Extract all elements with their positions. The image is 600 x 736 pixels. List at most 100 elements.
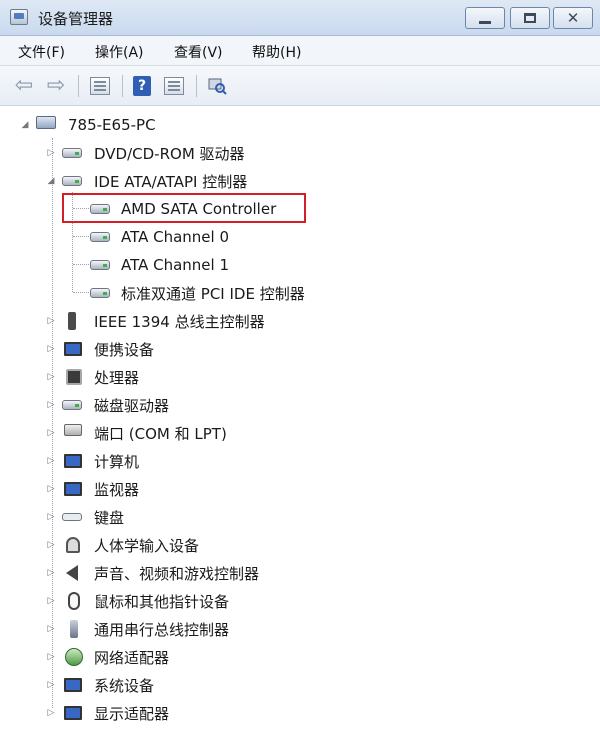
close-icon: ✕ — [566, 8, 580, 27]
drive-icon — [90, 288, 110, 298]
tree-child-pci-ide[interactable]: 标准双通道 PCI IDE 控制器 — [0, 280, 600, 306]
collapse-arrow-icon[interactable]: ◢ — [20, 120, 30, 130]
tree-item-label: 处理器 — [94, 368, 140, 387]
tree-item-label: IEEE 1394 总线主控制器 — [94, 312, 265, 331]
collapse-arrow-icon[interactable]: ◢ — [46, 176, 56, 186]
expand-arrow-icon[interactable]: ▷ — [46, 540, 56, 550]
forward-button[interactable]: ⇨ — [44, 74, 68, 98]
expand-arrow-icon[interactable]: ▷ — [46, 680, 56, 690]
menu-action[interactable]: 操作(A) — [95, 42, 144, 62]
properties-icon — [90, 77, 110, 95]
tree-child-ata-channel-0[interactable]: ATA Channel 0 — [0, 224, 600, 250]
properties-button[interactable] — [88, 74, 112, 98]
tree-item-computer[interactable]: ▷ 计算机 — [0, 448, 600, 474]
list-icon — [164, 77, 184, 95]
scan-hardware-icon — [208, 78, 227, 95]
toolbar-separator — [122, 75, 123, 97]
tree-item-label: IDE ATA/ATAPI 控制器 — [94, 172, 248, 191]
tree-item-network[interactable]: ▷ 网络适配器 — [0, 644, 600, 670]
tree-item-system[interactable]: ▷ 系统设备 — [0, 672, 600, 698]
expand-arrow-icon[interactable]: ▷ — [46, 568, 56, 578]
tree-item-monitor[interactable]: ▷ 监视器 — [0, 476, 600, 502]
tree-item-portable[interactable]: ▷ 便携设备 — [0, 336, 600, 362]
drive-icon — [90, 260, 110, 270]
tree-item-label: 标准双通道 PCI IDE 控制器 — [121, 284, 305, 303]
expand-arrow-icon[interactable]: ▷ — [46, 344, 56, 354]
back-button[interactable]: ⇦ — [12, 74, 36, 98]
tree-item-label: DVD/CD-ROM 驱动器 — [94, 144, 245, 163]
tree-item-label: 计算机 — [94, 452, 140, 471]
tree-item-ieee1394[interactable]: ▷ IEEE 1394 总线主控制器 — [0, 308, 600, 334]
scan-hardware-button[interactable] — [205, 74, 229, 98]
maximize-icon — [524, 13, 536, 23]
tree-root[interactable]: ◢ 785-E65-PC — [0, 112, 600, 138]
help-button[interactable]: ? — [130, 74, 154, 98]
expand-arrow-icon[interactable]: ▷ — [46, 652, 56, 662]
drive-icon — [62, 148, 82, 158]
tree-item-label: ATA Channel 1 — [121, 256, 230, 274]
network-adapter-icon — [65, 648, 83, 666]
tree-item-usb[interactable]: ▷ 通用串行总线控制器 — [0, 616, 600, 642]
minimize-button[interactable] — [465, 7, 505, 29]
tree-root-label: 785-E65-PC — [68, 116, 156, 134]
expand-arrow-icon[interactable]: ▷ — [46, 316, 56, 326]
tree-item-display[interactable]: ▷ 显示适配器 — [0, 700, 600, 726]
tree-item-label: 键盘 — [94, 508, 125, 527]
toolbar-separator — [196, 75, 197, 97]
tree-item-label: 监视器 — [94, 480, 140, 499]
portable-device-icon — [64, 342, 82, 356]
sound-icon — [66, 565, 78, 581]
tree-item-label: 声音、视频和游戏控制器 — [94, 564, 260, 583]
menu-file[interactable]: 文件(F) — [18, 42, 65, 62]
expand-arrow-icon[interactable]: ▷ — [46, 148, 56, 158]
expand-arrow-icon[interactable]: ▷ — [46, 400, 56, 410]
expand-arrow-icon[interactable]: ▷ — [46, 372, 56, 382]
tree-item-ports[interactable]: ▷ 端口 (COM 和 LPT) — [0, 420, 600, 446]
port-icon — [64, 424, 82, 436]
tree-item-dvd[interactable]: ▷ DVD/CD-ROM 驱动器 — [0, 140, 600, 166]
mouse-icon — [68, 592, 80, 610]
back-arrow-icon: ⇦ — [14, 73, 34, 98]
tree-item-label: 鼠标和其他指针设备 — [94, 592, 230, 611]
tree-item-hid[interactable]: ▷ 人体学输入设备 — [0, 532, 600, 558]
title-bar[interactable]: 设备管理器 ✕ — [0, 0, 600, 36]
disk-drive-icon — [62, 400, 82, 410]
tree-item-label: ATA Channel 0 — [121, 228, 230, 246]
tree-item-label: 端口 (COM 和 LPT) — [94, 424, 227, 443]
keyboard-icon — [62, 513, 82, 521]
list-button[interactable] — [162, 74, 186, 98]
menu-help[interactable]: 帮助(H) — [252, 42, 301, 62]
expand-arrow-icon[interactable]: ▷ — [46, 456, 56, 466]
close-button[interactable]: ✕ — [553, 7, 593, 29]
toolbar: ⇦ ⇨ ? — [0, 66, 600, 106]
expand-arrow-icon[interactable]: ▷ — [46, 624, 56, 634]
expand-arrow-icon[interactable]: ▷ — [46, 484, 56, 494]
monitor-icon — [64, 482, 82, 496]
expand-arrow-icon[interactable]: ▷ — [46, 428, 56, 438]
expand-arrow-icon[interactable]: ▷ — [46, 708, 56, 718]
maximize-button[interactable] — [510, 7, 550, 29]
tree-item-ide[interactable]: ◢ IDE ATA/ATAPI 控制器 — [0, 168, 600, 194]
processor-icon — [66, 369, 82, 385]
window-title: 设备管理器 — [38, 10, 114, 28]
tree-item-mouse[interactable]: ▷ 鼠标和其他指针设备 — [0, 588, 600, 614]
tree-item-sound[interactable]: ▷ 声音、视频和游戏控制器 — [0, 560, 600, 586]
menu-view[interactable]: 查看(V) — [174, 42, 223, 62]
tree-item-keyboard[interactable]: ▷ 键盘 — [0, 504, 600, 530]
highlight-box — [62, 193, 306, 223]
ieee1394-icon — [68, 312, 76, 330]
device-tree[interactable]: ◢ 785-E65-PC ▷ DVD/CD-ROM 驱动器 ◢ IDE ATA/… — [0, 106, 600, 736]
menu-bar: 文件(F) 操作(A) 查看(V) 帮助(H) — [0, 36, 600, 66]
usb-icon — [70, 620, 78, 638]
toolbar-separator — [78, 75, 79, 97]
computer-icon — [64, 454, 82, 468]
drive-icon — [90, 232, 110, 242]
expand-arrow-icon[interactable]: ▷ — [46, 596, 56, 606]
tree-item-disk[interactable]: ▷ 磁盘驱动器 — [0, 392, 600, 418]
tree-child-ata-channel-1[interactable]: ATA Channel 1 — [0, 252, 600, 278]
expand-arrow-icon[interactable]: ▷ — [46, 512, 56, 522]
tree-item-processor[interactable]: ▷ 处理器 — [0, 364, 600, 390]
tree-item-label: 便携设备 — [94, 340, 155, 359]
tree-item-label: 显示适配器 — [94, 704, 170, 723]
forward-arrow-icon: ⇨ — [46, 73, 66, 98]
